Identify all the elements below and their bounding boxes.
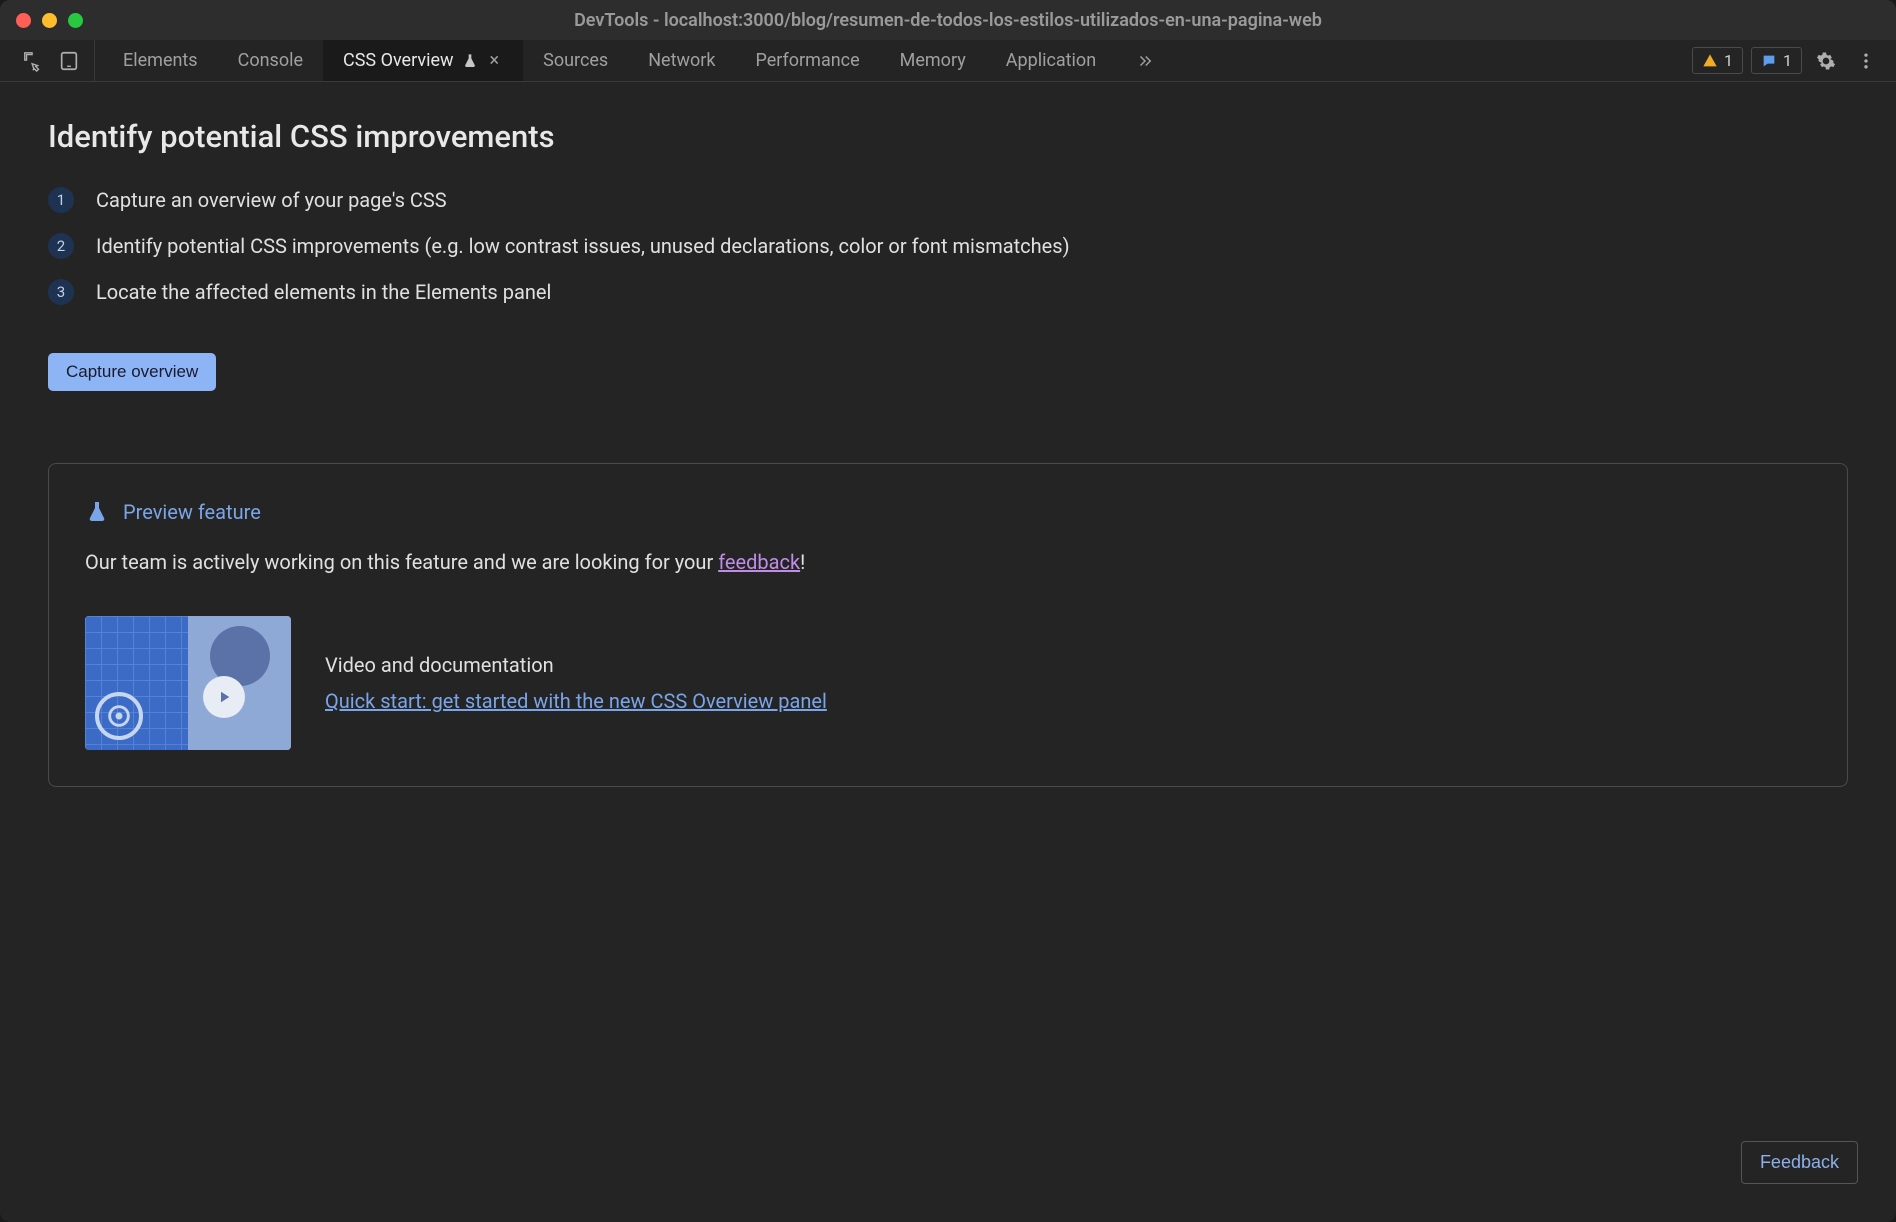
tab-sources[interactable]: Sources bbox=[523, 40, 628, 81]
tab-css-overview[interactable]: CSS Overview × bbox=[323, 40, 523, 81]
settings-button[interactable] bbox=[1810, 45, 1842, 77]
thumb-graphic-left bbox=[85, 616, 188, 750]
doc-label: Video and documentation bbox=[325, 653, 827, 677]
preview-description: Our team is actively working on this fea… bbox=[85, 550, 1811, 574]
warning-icon bbox=[1702, 53, 1718, 69]
preview-text-prefix: Our team is actively working on this fea… bbox=[85, 550, 718, 574]
step-text: Locate the affected elements in the Elem… bbox=[96, 280, 551, 304]
flask-icon bbox=[85, 500, 109, 524]
preview-text-suffix: ! bbox=[800, 550, 805, 574]
step-number: 3 bbox=[48, 279, 74, 305]
tab-label: Application bbox=[1006, 50, 1096, 71]
tab-label: Memory bbox=[900, 50, 966, 71]
titlebar: DevTools - localhost:3000/blog/resumen-d… bbox=[0, 0, 1896, 40]
tab-label: Console bbox=[238, 50, 303, 71]
feedback-link[interactable]: feedback bbox=[718, 550, 800, 574]
tab-console[interactable]: Console bbox=[218, 40, 323, 81]
tabbar-right-tools: 1 1 bbox=[1692, 40, 1888, 81]
documentation-section: Video and documentation Quick start: get… bbox=[85, 616, 1811, 750]
more-options-button[interactable] bbox=[1850, 45, 1882, 77]
step-number: 2 bbox=[48, 233, 74, 259]
preview-feature-box: Preview feature Our team is actively wor… bbox=[48, 463, 1848, 787]
gear-icon bbox=[1816, 51, 1836, 71]
tab-application[interactable]: Application bbox=[986, 40, 1116, 81]
window-title: DevTools - localhost:3000/blog/resumen-d… bbox=[16, 10, 1880, 31]
inspector-tools bbox=[8, 40, 95, 81]
panel-tabs: Elements Console CSS Overview × Sources … bbox=[103, 40, 1174, 81]
tab-label: Elements bbox=[123, 50, 198, 71]
step-item: 3 Locate the affected elements in the El… bbox=[48, 279, 1848, 305]
inspect-element-icon[interactable] bbox=[22, 50, 44, 72]
tab-performance[interactable]: Performance bbox=[736, 40, 880, 81]
step-item: 2 Identify potential CSS improvements (e… bbox=[48, 233, 1848, 259]
chrome-badge-icon bbox=[95, 692, 143, 740]
warnings-badge[interactable]: 1 bbox=[1692, 47, 1743, 74]
window-minimize-button[interactable] bbox=[42, 13, 57, 28]
message-icon bbox=[1761, 53, 1777, 69]
quick-start-link[interactable]: Quick start: get started with the new CS… bbox=[325, 689, 827, 713]
chevron-double-right-icon bbox=[1136, 52, 1154, 70]
window-close-button[interactable] bbox=[16, 13, 31, 28]
tab-memory[interactable]: Memory bbox=[880, 40, 986, 81]
tab-label: Performance bbox=[756, 50, 860, 71]
warnings-count: 1 bbox=[1724, 51, 1733, 70]
tab-label: CSS Overview bbox=[343, 50, 454, 71]
preview-header: Preview feature bbox=[85, 500, 1811, 524]
traffic-lights bbox=[16, 13, 83, 28]
kebab-icon bbox=[1856, 51, 1876, 71]
panel-heading: Identify potential CSS improvements bbox=[48, 118, 1848, 155]
capture-overview-button[interactable]: Capture overview bbox=[48, 353, 216, 391]
devtools-window: DevTools - localhost:3000/blog/resumen-d… bbox=[0, 0, 1896, 1222]
feedback-button[interactable]: Feedback bbox=[1741, 1141, 1858, 1184]
messages-count: 1 bbox=[1783, 51, 1792, 70]
steps-list: 1 Capture an overview of your page's CSS… bbox=[48, 187, 1848, 305]
close-icon[interactable]: × bbox=[486, 50, 504, 71]
tab-label: Sources bbox=[543, 50, 608, 71]
step-number: 1 bbox=[48, 187, 74, 213]
step-text: Capture an overview of your page's CSS bbox=[96, 188, 447, 212]
css-overview-panel: Identify potential CSS improvements 1 Ca… bbox=[0, 82, 1896, 1222]
video-thumbnail[interactable] bbox=[85, 616, 291, 750]
doc-info: Video and documentation Quick start: get… bbox=[325, 653, 827, 713]
device-toolbar-icon[interactable] bbox=[58, 50, 80, 72]
tab-label: Network bbox=[648, 50, 715, 71]
play-icon bbox=[203, 676, 245, 718]
tab-elements[interactable]: Elements bbox=[103, 40, 218, 81]
preview-title: Preview feature bbox=[123, 500, 261, 524]
step-item: 1 Capture an overview of your page's CSS bbox=[48, 187, 1848, 213]
tabbar: Elements Console CSS Overview × Sources … bbox=[0, 40, 1896, 82]
step-text: Identify potential CSS improvements (e.g… bbox=[96, 234, 1070, 258]
flask-icon bbox=[462, 53, 478, 69]
messages-badge[interactable]: 1 bbox=[1751, 47, 1802, 74]
window-maximize-button[interactable] bbox=[68, 13, 83, 28]
tab-more[interactable] bbox=[1116, 40, 1174, 81]
tab-network[interactable]: Network bbox=[628, 40, 735, 81]
thumb-graphic-right bbox=[188, 616, 291, 750]
